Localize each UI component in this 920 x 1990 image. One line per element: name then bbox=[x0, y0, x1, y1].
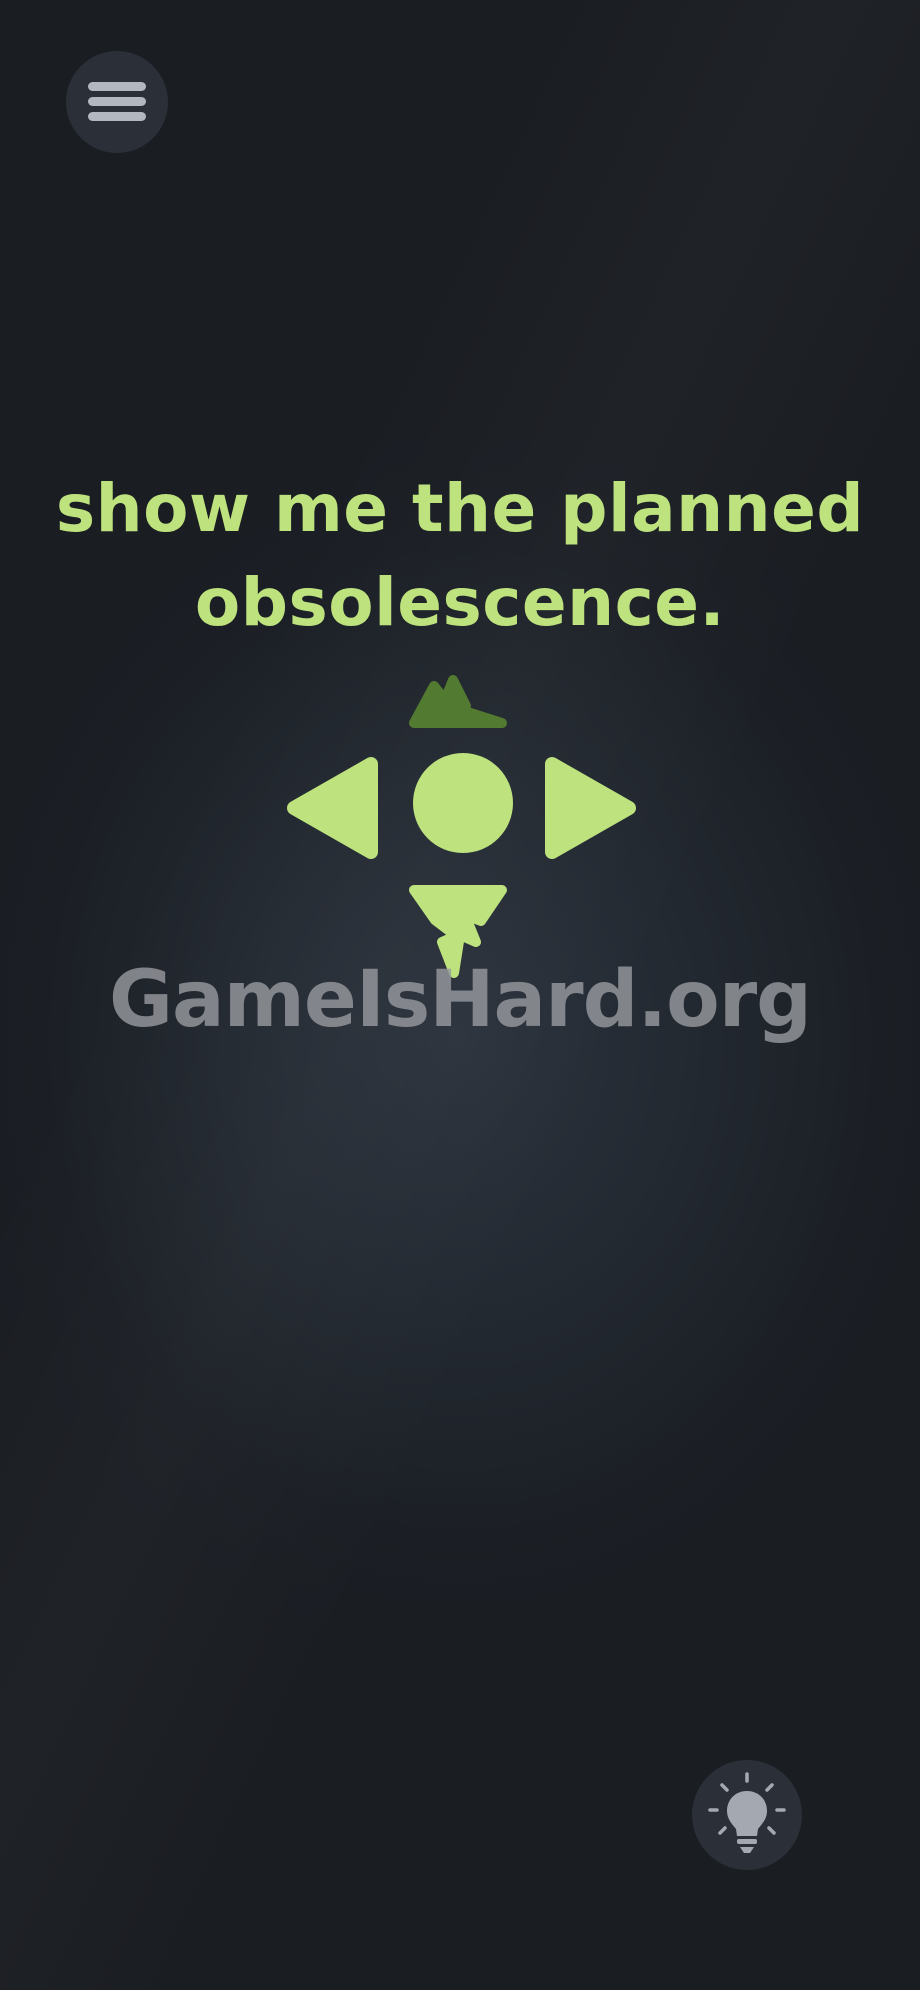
triangle-right-icon bbox=[545, 757, 636, 859]
dpad-center-button[interactable] bbox=[413, 753, 513, 853]
lightbulb-icon bbox=[708, 1772, 786, 1853]
dpad-controls bbox=[287, 675, 636, 978]
triangle-left-icon bbox=[287, 757, 378, 859]
dpad-up-button[interactable] bbox=[409, 675, 507, 728]
circle-icon bbox=[413, 753, 513, 853]
hint-button[interactable] bbox=[692, 1760, 802, 1870]
dpad-left-button[interactable] bbox=[287, 757, 378, 859]
site-watermark: GameIsHard.org bbox=[108, 955, 812, 1045]
puzzle-prompt: show me the planned obsolescence. bbox=[55, 470, 865, 641]
menu-button[interactable] bbox=[66, 51, 168, 153]
dpad-right-button[interactable] bbox=[545, 757, 636, 859]
broken-triangle-up-icon bbox=[409, 675, 507, 728]
